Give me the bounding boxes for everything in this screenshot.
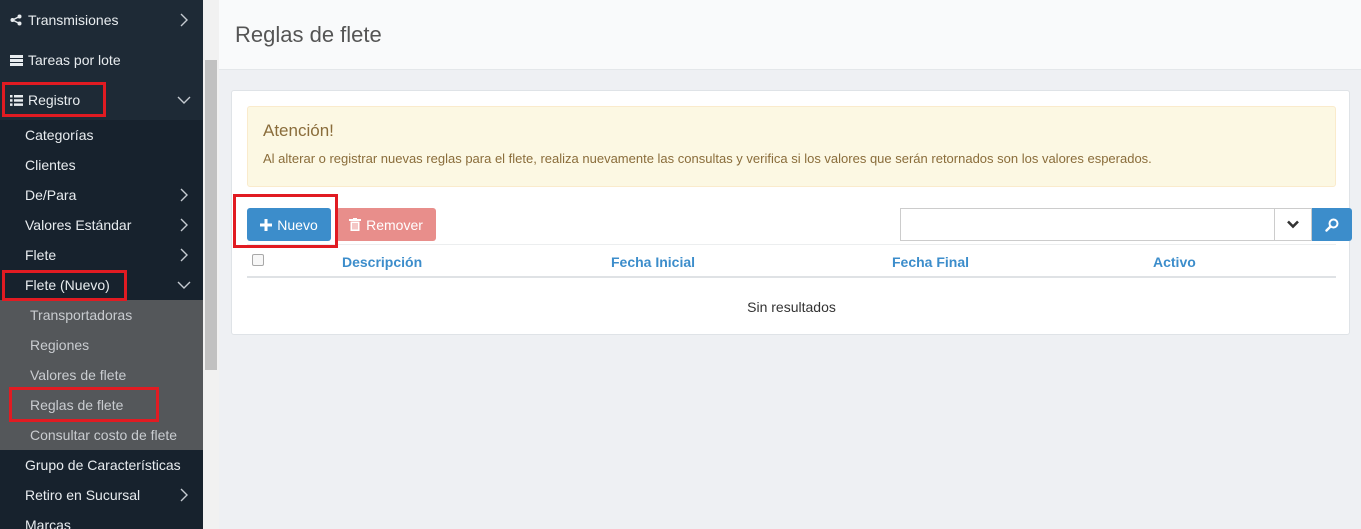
trash-icon — [349, 218, 362, 231]
column-activo[interactable]: Activo — [1153, 254, 1196, 270]
rules-table: Descripción Fecha Inicial Fecha Final Ac… — [247, 244, 1336, 315]
alert-text: Al alterar o registrar nuevas reglas par… — [263, 151, 1152, 166]
chevron-right-icon — [180, 488, 188, 502]
remove-button-label: Remover — [366, 216, 423, 233]
sidebar-item-label: Flete (Nuevo) — [25, 277, 110, 293]
sidebar-item-label: Consultar costo de flete — [30, 427, 178, 443]
sidebar-item-flete-nuevo[interactable]: Flete (Nuevo) — [0, 270, 203, 300]
alert-title: Atención! — [263, 121, 334, 140]
sidebar-item-label: Regiones — [30, 337, 90, 353]
sidebar-item-label: Marcas — [25, 517, 71, 529]
sidebar-item-label: Valores de flete — [30, 367, 127, 383]
content-panel: Atención! Al alterar o registrar nuevas … — [231, 90, 1352, 335]
sidebar-item-retiro-en-sucursal[interactable]: Retiro en Sucursal — [0, 480, 203, 510]
chevron-down-icon — [1287, 220, 1299, 229]
sidebar-item-tareas-por-lote[interactable]: Tareas por lote — [0, 40, 203, 80]
sidebar-item-valores-de-flete[interactable]: Valores de flete — [0, 360, 203, 390]
sidebar-item-reglas-de-flete[interactable]: Reglas de flete — [0, 390, 203, 420]
sidebar-item-label: Grupo de Características — [25, 457, 181, 473]
chevron-down-icon — [177, 96, 191, 104]
sidebar-item-label: Reglas de flete — [30, 397, 124, 413]
sidebar-item-clientes[interactable]: Clientes — [0, 150, 203, 180]
sidebar-item-flete[interactable]: Flete — [0, 240, 203, 270]
share-icon — [10, 14, 28, 26]
sidebar-item-consultar-costo-de-flete[interactable]: Consultar costo de flete — [0, 420, 203, 450]
warning-alert: Atención! Al alterar o registrar nuevas … — [247, 106, 1336, 187]
chevron-right-icon — [180, 248, 188, 262]
chevron-right-icon — [180, 188, 188, 202]
sidebar-item-label: Transportadoras — [30, 307, 133, 323]
sidebar-item-valores-estandar[interactable]: Valores Estándar — [0, 210, 203, 240]
sidebar-item-label: Valores Estándar — [25, 217, 132, 233]
sidebar: Transmisiones Tareas por lote Registro C… — [0, 0, 203, 529]
main-content: Reglas de flete Atención! Al alterar o r… — [219, 0, 1361, 529]
registro-submenu: Categorías Clientes De/Para Valores Está… — [0, 120, 203, 529]
flete-nuevo-submenu: Transportadoras Regiones Valores de flet… — [0, 300, 203, 450]
new-button-label: Nuevo — [277, 216, 318, 233]
table-header: Descripción Fecha Inicial Fecha Final Ac… — [247, 244, 1336, 278]
sidebar-scrollbar-thumb[interactable] — [205, 60, 217, 370]
sidebar-item-label: De/Para — [25, 187, 77, 203]
sidebar-item-label: Tareas por lote — [28, 52, 121, 68]
remove-button[interactable]: Remover — [336, 208, 436, 241]
list-icon — [10, 94, 28, 106]
chevron-down-icon — [177, 281, 191, 289]
new-button[interactable]: Nuevo — [247, 208, 331, 241]
plus-icon — [260, 218, 273, 231]
sidebar-item-de-para[interactable]: De/Para — [0, 180, 203, 210]
search-button[interactable] — [1312, 208, 1352, 241]
search-dropdown-button[interactable] — [1274, 208, 1312, 241]
sidebar-item-grupo-de-caracteristicas[interactable]: Grupo de Características — [0, 450, 203, 480]
column-fecha-final[interactable]: Fecha Final — [892, 254, 969, 270]
empty-state-text: Sin resultados — [747, 299, 836, 315]
batch-icon — [10, 54, 28, 66]
column-fecha-inicial[interactable]: Fecha Inicial — [611, 254, 695, 270]
sidebar-item-label: Transmisiones — [28, 12, 119, 28]
sidebar-item-label: Categorías — [25, 127, 94, 143]
sidebar-item-marcas[interactable]: Marcas — [0, 510, 203, 529]
sidebar-item-label: Flete — [25, 247, 57, 263]
sidebar-item-label: Retiro en Sucursal — [25, 487, 141, 503]
sidebar-item-label: Clientes — [25, 157, 76, 173]
sidebar-item-regiones[interactable]: Regiones — [0, 330, 203, 360]
select-all-checkbox[interactable] — [252, 254, 264, 266]
search-group — [900, 208, 1352, 241]
page-title: Reglas de flete — [235, 21, 382, 47]
sidebar-item-registro[interactable]: Registro — [0, 80, 203, 120]
search-input[interactable] — [900, 208, 1274, 241]
search-icon — [1325, 218, 1339, 232]
sidebar-item-transmisiones[interactable]: Transmisiones — [0, 0, 203, 40]
sidebar-item-label: Registro — [28, 92, 81, 108]
sidebar-item-categorias[interactable]: Categorías — [0, 120, 203, 150]
chevron-right-icon — [180, 218, 188, 232]
chevron-right-icon — [180, 13, 188, 27]
page-header: Reglas de flete — [219, 0, 1361, 70]
sidebar-item-transportadoras[interactable]: Transportadoras — [0, 300, 203, 330]
column-descripcion[interactable]: Descripción — [342, 254, 422, 270]
